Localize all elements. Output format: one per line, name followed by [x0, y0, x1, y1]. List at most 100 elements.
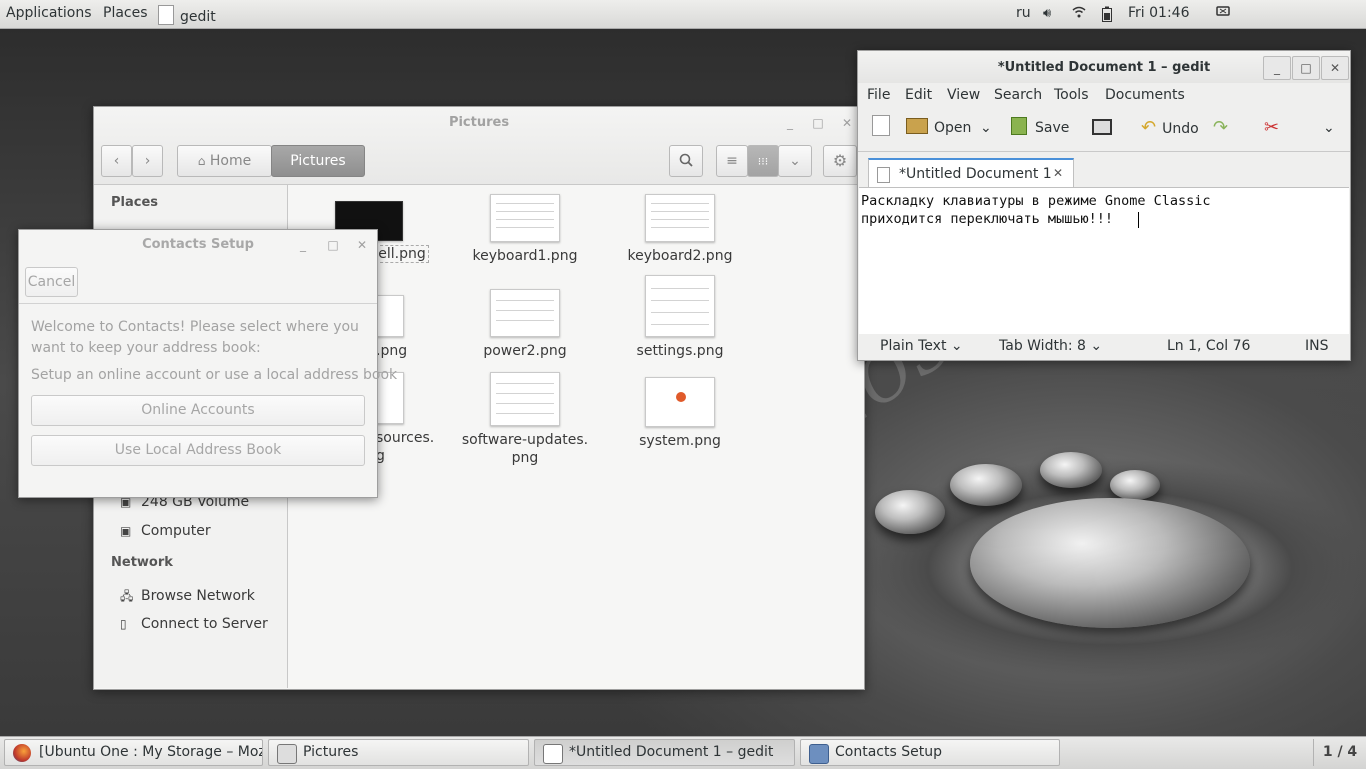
places-header: Places [111, 195, 159, 210]
minimize-button[interactable]: _ [295, 237, 311, 253]
maximize-button[interactable]: □ [1292, 56, 1320, 80]
keyboard-layout-indicator[interactable]: ru [1016, 5, 1031, 21]
menu-edit[interactable]: Edit [905, 87, 932, 103]
save-button[interactable]: Save [1011, 113, 1069, 143]
file-thumbnail [645, 194, 715, 242]
local-address-book-button[interactable]: Use Local Address Book [31, 435, 365, 466]
cancel-button[interactable]: Cancel [25, 267, 78, 297]
grid-view-icon: ⁝⁝⁝ [757, 155, 769, 168]
network-icon: 🖧︎ [120, 589, 134, 603]
tab-width-selector[interactable]: Tab Width: 8 ⌄ [999, 338, 1102, 354]
app-menu[interactable]: gedit [158, 5, 216, 25]
minimize-button[interactable]: _ [1263, 56, 1291, 80]
toolbar-divider [858, 151, 1350, 152]
folder-icon [906, 118, 928, 134]
open-button[interactable]: Open [906, 113, 971, 143]
editor-text-line-2: приходится переключать мышью!!! [861, 211, 1113, 227]
toolbar-overflow-button[interactable]: ⌄ [1323, 113, 1335, 143]
file-label: power2.png [483, 343, 567, 359]
places-menu[interactable]: Places [103, 5, 148, 21]
open-recent-dropdown[interactable]: ⌄ [980, 113, 992, 143]
grid-view-button[interactable]: ⁝⁝⁝ [747, 145, 779, 177]
water-drop [1040, 452, 1102, 488]
file-thumbnail [490, 194, 560, 242]
chevron-down-icon: ⌄ [950, 338, 963, 354]
firefox-icon [13, 744, 31, 762]
gedit-icon [543, 744, 563, 764]
forward-button[interactable]: › [132, 145, 163, 177]
chevron-down-icon: ⌄ [1090, 338, 1103, 354]
task-label: *Untitled Document 1 – gedit [569, 744, 774, 760]
language-selector[interactable]: Plain Text ⌄ [880, 338, 963, 354]
sidebar-item-label: Computer [141, 523, 211, 539]
computer-icon: ▣ [120, 524, 132, 538]
file-item-software-updates[interactable]: software-updates. png [450, 372, 600, 466]
server-icon: ▯ [120, 617, 127, 631]
menu-file[interactable]: File [867, 87, 890, 103]
menu-view[interactable]: View [947, 87, 980, 103]
task-label: Contacts Setup [835, 744, 942, 760]
tab-untitled-document[interactable]: *Untitled Document 1 ✕ [868, 158, 1074, 187]
text-cursor [1138, 212, 1139, 228]
back-button[interactable]: ‹ [101, 145, 132, 177]
menu-search[interactable]: Search [994, 87, 1042, 103]
file-thumbnail [645, 377, 715, 427]
undo-button[interactable]: ↶ Undo [1141, 113, 1199, 143]
path-pictures-button[interactable]: Pictures [271, 145, 365, 177]
undo-label: Undo [1162, 121, 1199, 137]
close-button[interactable]: ✕ [354, 237, 370, 253]
maximize-button[interactable]: □ [325, 237, 341, 253]
contacts-setup-window: Contacts Setup _ □ ✕ Cancel Welcome to C… [18, 229, 398, 498]
file-item-keyboard1[interactable]: keyboard1.png [450, 194, 600, 264]
task-contacts[interactable]: Contacts Setup [800, 739, 1060, 766]
task-files[interactable]: Pictures [268, 739, 529, 766]
file-item-keyboard2[interactable]: keyboard2.png [605, 194, 755, 264]
applications-menu[interactable]: Applications [6, 5, 92, 21]
sidebar-item-computer[interactable]: ▣ Computer [120, 523, 211, 539]
redo-button[interactable]: ↷ [1213, 113, 1228, 143]
sidebar-item-connect-server[interactable]: ▯ Connect to Server [120, 616, 268, 632]
battery-icon[interactable] [1101, 6, 1113, 26]
language-label: Plain Text [880, 338, 947, 354]
tab-label: *Untitled Document 1 [899, 166, 1052, 182]
list-view-button[interactable]: ≡ [716, 145, 748, 177]
path-home-button[interactable]: ⌂ Home [177, 145, 272, 177]
wifi-icon[interactable] [1072, 6, 1086, 22]
files-header-bar: Pictures _ □ ✕ ‹ › ⌂ Home Pictures ≡ ⁝⁝⁝… [94, 107, 864, 185]
menu-tools[interactable]: Tools [1054, 87, 1089, 103]
print-button[interactable] [1092, 113, 1112, 143]
home-icon: ⌂ [197, 154, 206, 168]
file-label: .png [376, 343, 408, 359]
water-drop [950, 464, 1022, 506]
menu-documents[interactable]: Documents [1105, 87, 1185, 103]
bottom-panel: [Ubuntu One : My Storage – Mozil... Pict… [0, 736, 1366, 769]
cut-button[interactable]: ✂︎ [1264, 113, 1279, 143]
online-accounts-button[interactable]: Online Accounts [31, 395, 365, 426]
search-button[interactable] [669, 145, 703, 177]
sidebar-item-browse-network[interactable]: 🖧︎ Browse Network [120, 587, 255, 608]
settings-button[interactable]: ⚙ [823, 145, 857, 177]
new-document-button[interactable] [872, 113, 890, 143]
text-editor-area[interactable]: Раскладку клавиатуры в режиме Gnome Clas… [859, 187, 1349, 334]
new-document-icon [872, 115, 890, 136]
file-label: software-updates. [461, 432, 589, 448]
minimize-button[interactable]: _ [782, 115, 798, 131]
save-label: Save [1035, 120, 1070, 136]
setup-hint-text: Setup an online account or use a local a… [31, 367, 398, 383]
file-item-system[interactable]: system.png [605, 377, 755, 449]
file-item-power2[interactable]: power2.png [450, 289, 600, 359]
path-home-label: Home [209, 153, 252, 169]
file-item-settings[interactable]: settings.png [605, 275, 755, 359]
workspace-switcher[interactable]: 1 / 4 [1313, 739, 1366, 766]
task-firefox[interactable]: [Ubuntu One : My Storage – Mozil... [4, 739, 263, 766]
view-options-button[interactable]: ⌄ [778, 145, 812, 177]
scissors-icon: ✂︎ [1264, 117, 1280, 138]
close-button[interactable]: ✕ [1321, 56, 1349, 80]
chat-status-icon[interactable] [1216, 6, 1230, 22]
close-button[interactable]: ✕ [839, 115, 855, 131]
clock[interactable]: Fri 01:46 [1128, 5, 1189, 21]
close-tab-icon[interactable]: ✕ [1053, 166, 1063, 180]
volume-icon[interactable]: 🔊︎ [1043, 6, 1051, 21]
maximize-button[interactable]: □ [810, 115, 826, 131]
task-gedit[interactable]: *Untitled Document 1 – gedit [534, 739, 795, 766]
